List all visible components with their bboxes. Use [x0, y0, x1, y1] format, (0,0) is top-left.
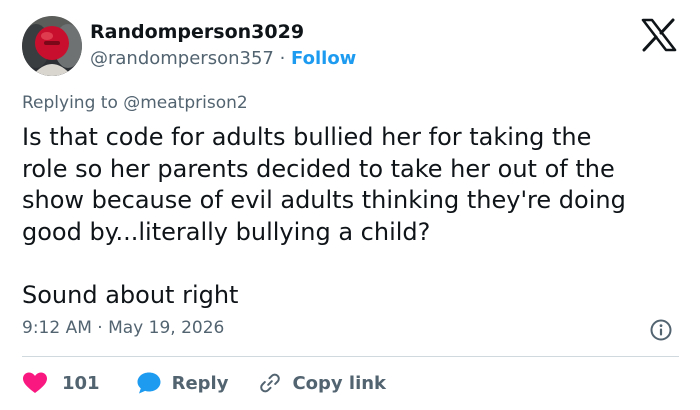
- tweet-line: show because of evil adults thinking the…: [22, 186, 626, 214]
- tweet-body: Is that code for adults bullied her for …: [22, 122, 692, 311]
- heart-icon: [23, 372, 47, 393]
- avatar-image: [22, 16, 82, 76]
- follow-button[interactable]: Follow: [291, 48, 356, 69]
- speech-bubble-icon: [137, 372, 161, 394]
- user-handle-row: @randomperson357 · Follow: [90, 48, 356, 69]
- info-icon[interactable]: [649, 318, 673, 342]
- user-display-name[interactable]: Randomperson3029: [90, 21, 304, 43]
- action-bar: 101 Reply Copy link: [22, 368, 386, 398]
- like-count: 101: [62, 372, 100, 394]
- tweet-line: Is that code for adults bullied her for …: [22, 123, 592, 151]
- tweet-closing-line: Sound about right: [22, 280, 239, 309]
- user-handle[interactable]: @randomperson357: [90, 48, 274, 69]
- reply-context: Replying to @meatprison2: [22, 93, 248, 113]
- avatar[interactable]: [22, 16, 82, 76]
- tweet-card: Randomperson3029 @randomperson357 · Foll…: [0, 0, 700, 410]
- reply-label: Reply: [171, 372, 229, 394]
- reply-button[interactable]: Reply: [136, 371, 229, 395]
- like-button[interactable]: 101: [22, 371, 100, 395]
- tweet-line: role so her parents decided to take her …: [22, 154, 615, 183]
- copy-link-label: Copy link: [292, 372, 387, 394]
- link-icon: [260, 373, 281, 393]
- divider: [22, 356, 679, 357]
- handle-separator: ·: [273, 48, 292, 69]
- tweet-line: good by...literally bullying a child?: [22, 217, 431, 246]
- copy-link-button[interactable]: Copy link: [258, 371, 386, 395]
- x-logo-icon[interactable]: [640, 18, 678, 52]
- tweet-timestamp[interactable]: 9:12 AM · May 19, 2026: [22, 318, 224, 338]
